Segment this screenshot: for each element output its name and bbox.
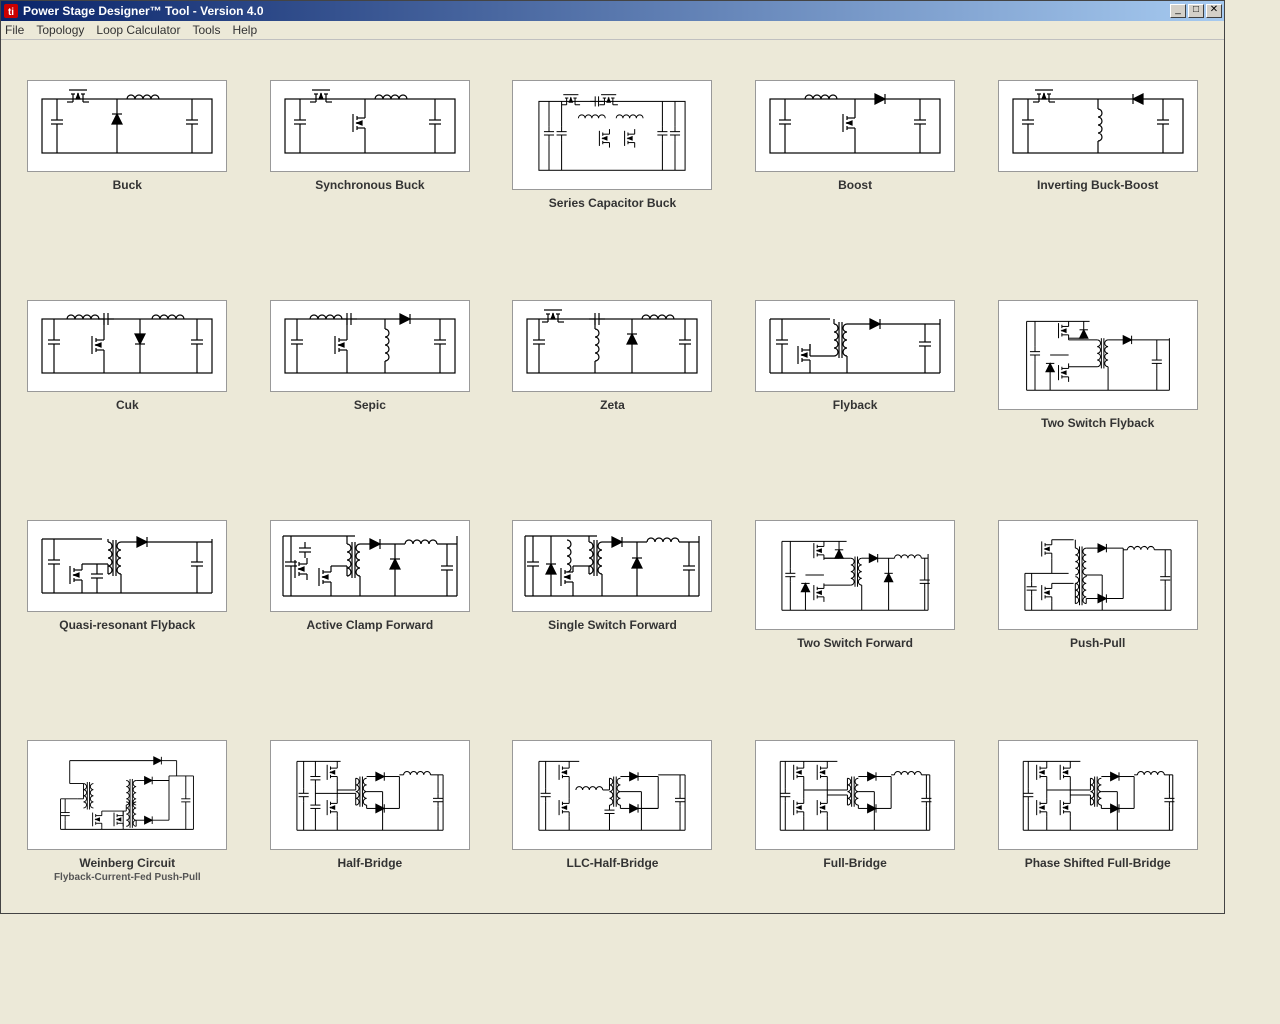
menu-tools[interactable]: Tools [192, 23, 220, 37]
schematic-icon [512, 80, 712, 190]
topology-cuk[interactable]: Cuk [21, 300, 234, 430]
schematic-icon [755, 520, 955, 630]
schematic-icon [512, 300, 712, 392]
menu-loop-calculator[interactable]: Loop Calculator [96, 23, 180, 37]
topology-label: Series Capacitor Buck [549, 196, 676, 210]
topology-label: Zeta [600, 398, 625, 412]
schematic-icon [998, 740, 1198, 850]
schematic-icon [755, 80, 955, 172]
schematic-icon [512, 740, 712, 850]
window-title: Power Stage Designer™ Tool - Version 4.0 [23, 4, 1168, 18]
topology-zeta[interactable]: Zeta [506, 300, 719, 430]
topology-label: Buck [113, 178, 142, 192]
schematic-icon [270, 520, 470, 612]
topology-label: Push-Pull [1070, 636, 1125, 650]
topology-weinberg[interactable]: Weinberg Circuit Flyback-Current-Fed Pus… [21, 740, 234, 883]
topology-label: Two Switch Flyback [1041, 416, 1154, 430]
topology-push-pull[interactable]: Push-Pull [991, 520, 1204, 650]
topology-half-bridge[interactable]: Half-Bridge [264, 740, 477, 883]
schematic-icon [27, 520, 227, 612]
topology-two-sw-flyback[interactable]: Two Switch Flyback [991, 300, 1204, 430]
menu-help[interactable]: Help [232, 23, 257, 37]
topology-label: Weinberg Circuit [79, 856, 175, 870]
schematic-icon [998, 520, 1198, 630]
topology-series-cap-buck[interactable]: Series Capacitor Buck [506, 80, 719, 210]
topology-qr-flyback[interactable]: Quasi-resonant Flyback [21, 520, 234, 650]
schematic-icon [27, 740, 227, 850]
schematic-icon [998, 80, 1198, 172]
schematic-icon [27, 80, 227, 172]
menubar: File Topology Loop Calculator Tools Help [1, 21, 1224, 40]
topology-full-bridge[interactable]: Full-Bridge [749, 740, 962, 883]
menu-file[interactable]: File [5, 23, 24, 37]
topology-grid: Buck Synchronous Buck [21, 80, 1204, 883]
topology-act-clamp-fwd[interactable]: Active Clamp Forward [264, 520, 477, 650]
topology-label: Two Switch Forward [797, 636, 913, 650]
titlebar: ti Power Stage Designer™ Tool - Version … [1, 1, 1224, 21]
schematic-icon [998, 300, 1198, 410]
topology-sync-buck[interactable]: Synchronous Buck [264, 80, 477, 210]
schematic-icon [755, 300, 955, 392]
window-controls: _ □ ✕ [1168, 4, 1222, 18]
topology-label: Boost [838, 178, 872, 192]
topology-boost[interactable]: Boost [749, 80, 962, 210]
ti-logo-icon: ti [3, 3, 19, 19]
topology-flyback[interactable]: Flyback [749, 300, 962, 430]
topology-sublabel: Flyback-Current-Fed Push-Pull [54, 872, 201, 883]
topology-buck[interactable]: Buck [21, 80, 234, 210]
topology-single-sw-fwd[interactable]: Single Switch Forward [506, 520, 719, 650]
topology-sepic[interactable]: Sepic [264, 300, 477, 430]
topology-ps-full-bridge[interactable]: Phase Shifted Full-Bridge [991, 740, 1204, 883]
topology-label: Full-Bridge [823, 856, 886, 870]
topology-label: Cuk [116, 398, 139, 412]
schematic-icon [512, 520, 712, 612]
topology-label: Inverting Buck-Boost [1037, 178, 1158, 192]
topology-label: Active Clamp Forward [307, 618, 434, 632]
topology-label: Sepic [354, 398, 386, 412]
menu-topology[interactable]: Topology [36, 23, 84, 37]
schematic-icon [270, 300, 470, 392]
schematic-icon [270, 80, 470, 172]
topology-grid-container: Buck Synchronous Buck [1, 40, 1224, 913]
topology-label: Quasi-resonant Flyback [59, 618, 195, 632]
app-window: ti Power Stage Designer™ Tool - Version … [0, 0, 1225, 914]
topology-two-sw-fwd[interactable]: Two Switch Forward [749, 520, 962, 650]
topology-label: Synchronous Buck [315, 178, 424, 192]
close-button[interactable]: ✕ [1206, 4, 1222, 18]
maximize-button[interactable]: □ [1188, 4, 1204, 18]
topology-label: Single Switch Forward [548, 618, 677, 632]
topology-llc-half-bridge[interactable]: LLC-Half-Bridge [506, 740, 719, 883]
topology-label: LLC-Half-Bridge [566, 856, 658, 870]
minimize-button[interactable]: _ [1170, 4, 1186, 18]
topology-inv-buck-boost[interactable]: Inverting Buck-Boost [991, 80, 1204, 210]
topology-label: Flyback [833, 398, 878, 412]
svg-text:ti: ti [8, 7, 14, 18]
schematic-icon [755, 740, 955, 850]
schematic-icon [270, 740, 470, 850]
topology-label: Phase Shifted Full-Bridge [1025, 856, 1171, 870]
schematic-icon [27, 300, 227, 392]
topology-label: Half-Bridge [338, 856, 403, 870]
